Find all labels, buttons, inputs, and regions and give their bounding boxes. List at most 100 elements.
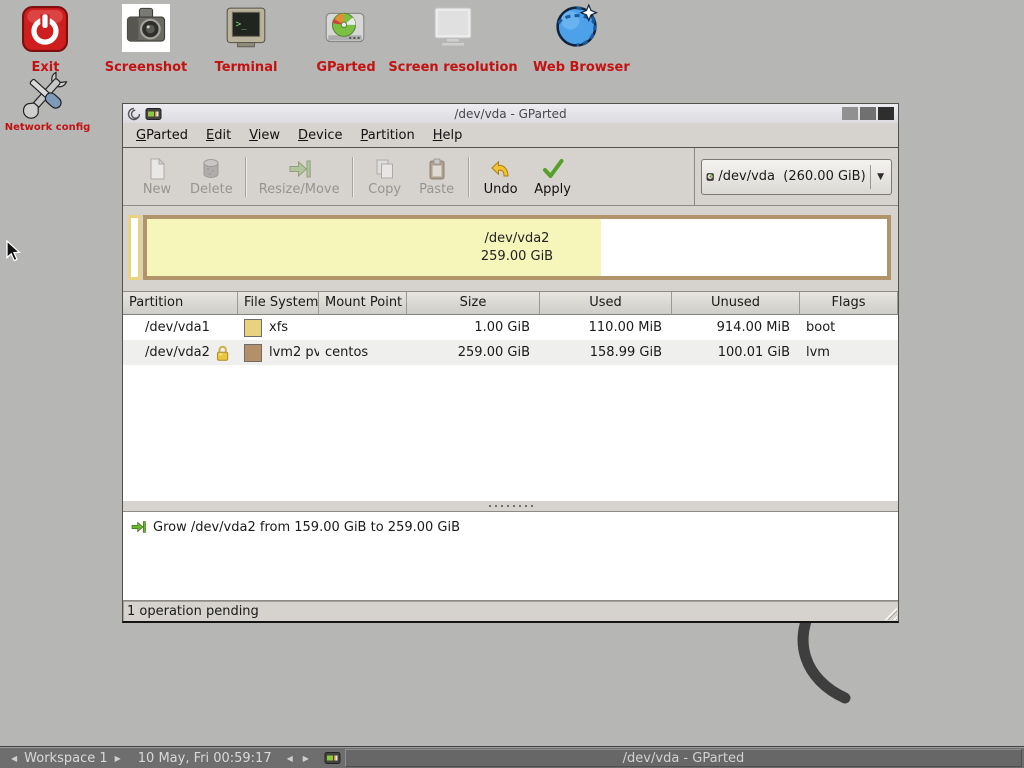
paste-icon	[425, 157, 449, 181]
splitter-handle[interactable]	[488, 504, 534, 508]
resize-move-button[interactable]: Resize/Move	[252, 154, 347, 200]
undo-button[interactable]: Undo	[475, 154, 527, 200]
apply-icon	[541, 157, 565, 181]
operation-text: Grow /dev/vda2 from 159.00 GiB to 259.00…	[153, 520, 460, 535]
column-header-mountpoint[interactable]: Mount Point	[319, 292, 407, 315]
grow-arrow-icon	[130, 519, 146, 535]
copy-button[interactable]: Copy	[359, 154, 411, 200]
lock-icon	[215, 344, 230, 362]
taskbar-clock: 10 May, Fri 00:59:17	[138, 751, 272, 766]
close-button[interactable]	[878, 107, 894, 120]
gparted-task-icon	[324, 751, 341, 765]
desktop-icon-label: Web Browser	[533, 60, 623, 75]
operation-item[interactable]: Grow /dev/vda2 from 159.00 GiB to 259.00…	[123, 512, 898, 535]
desktop-icon-label: Network config	[0, 122, 95, 133]
desktop-icon-screen-resolution[interactable]: Screen resolution	[430, 5, 476, 49]
minimize-button[interactable]	[842, 107, 858, 120]
monitor-icon	[430, 5, 476, 49]
device-selector-area: /dev/vda (260.00 GiB) ▼	[694, 148, 898, 205]
terminal-icon: >_	[223, 5, 269, 51]
desktop-icon-terminal[interactable]: >_ Terminal	[223, 5, 269, 51]
tasklist-prev-arrow-icon[interactable]: ◀	[282, 754, 298, 763]
mouse-cursor	[6, 240, 22, 264]
menubar: GParted Edit View Device Partition Help	[123, 123, 898, 148]
desktop-icon-label: Terminal	[196, 60, 296, 75]
cell-filesystem: xfs	[238, 315, 319, 340]
cell-used: 110.00 MiB	[540, 315, 672, 340]
gparted-window: /dev/vda - GParted GParted Edit View Dev…	[122, 103, 899, 623]
menu-edit[interactable]: Edit	[197, 126, 240, 145]
desktop-icon-gparted[interactable]: GParted	[322, 5, 368, 51]
column-header-flags[interactable]: Flags	[800, 292, 898, 315]
taskbar: ◀ Workspace 1 ▶ 10 May, Fri 00:59:17 ◀ ▶…	[0, 747, 1024, 768]
menu-partition[interactable]: Partition	[352, 126, 424, 145]
menu-device[interactable]: Device	[289, 126, 351, 145]
chevron-down-icon: ▼	[874, 172, 887, 182]
desktop-icon-label: Screenshot	[96, 60, 196, 75]
cell-unused: 100.01 GiB	[672, 340, 800, 365]
new-partition-icon	[145, 157, 169, 181]
menu-view[interactable]: View	[240, 126, 289, 145]
table-row[interactable]: /dev/vda2 lvm2 pv centos 259.00 GiB	[123, 340, 898, 365]
desktop-icon-label: GParted	[296, 60, 396, 75]
cell-flags: lvm	[800, 340, 898, 365]
menu-gparted[interactable]: GParted	[127, 126, 197, 145]
delete-partition-icon	[199, 157, 223, 181]
cell-filesystem: lvm2 pv	[238, 340, 319, 365]
cell-partition: /dev/vda2	[123, 340, 238, 365]
partition-bar-vda1[interactable]	[128, 215, 141, 280]
device-selector-value: /dev/vda (260.00 GiB)	[718, 169, 865, 184]
new-button[interactable]: New	[131, 154, 183, 200]
taskbar-task-gparted[interactable]: /dev/vda - GParted	[345, 749, 1022, 767]
menu-help[interactable]: Help	[424, 126, 472, 145]
desktop-icon-label: Screen resolution	[383, 60, 523, 75]
cell-flags: boot	[800, 315, 898, 340]
column-header-unused[interactable]: Unused	[672, 292, 800, 315]
resize-grip[interactable]	[880, 603, 897, 620]
toolbar-separator	[352, 157, 354, 197]
operations-pane: Grow /dev/vda2 from 159.00 GiB to 259.00…	[123, 511, 898, 601]
hard-disk-icon	[706, 167, 714, 187]
filesystem-color-swatch	[244, 319, 262, 337]
workspace-prev-arrow-icon[interactable]: ◀	[6, 754, 22, 763]
partition-bar-vda2[interactable]: /dev/vda2 259.00 GiB	[143, 215, 891, 280]
device-selector[interactable]: /dev/vda (260.00 GiB) ▼	[701, 159, 892, 195]
desktop-icon-screenshot[interactable]: Screenshot	[122, 4, 170, 52]
column-header-filesystem[interactable]: File System	[238, 292, 319, 315]
tasklist-next-arrow-icon[interactable]: ▶	[298, 754, 314, 763]
copy-icon	[373, 157, 397, 181]
workspace-next-arrow-icon[interactable]: ▶	[110, 754, 126, 763]
cell-size: 1.00 GiB	[407, 315, 540, 340]
tools-icon	[20, 68, 72, 120]
resize-move-icon	[287, 157, 311, 181]
desktop-icon-exit[interactable]: Exit	[22, 6, 68, 52]
pane-splitter[interactable]	[123, 501, 898, 511]
cell-used: 158.99 GiB	[540, 340, 672, 365]
table-row[interactable]: /dev/vda1 xfs 1.00 GiB 110.00 MiB 914.00…	[123, 315, 898, 340]
desktop-icon-web-browser[interactable]: Web Browser	[553, 3, 600, 50]
titlebar[interactable]: /dev/vda - GParted	[123, 104, 898, 124]
statusbar: 1 operation pending	[123, 601, 898, 621]
cell-unused: 914.00 MiB	[672, 315, 800, 340]
toolbar-separator	[245, 157, 247, 197]
window-title: /dev/vda - GParted	[123, 107, 898, 121]
cell-mountpoint	[319, 315, 407, 340]
partition-table: Partition File System Mount Point Size U…	[123, 291, 898, 501]
delete-button[interactable]: Delete	[183, 154, 240, 200]
table-header-row: Partition File System Mount Point Size U…	[123, 292, 898, 315]
workspace-label: Workspace 1	[22, 751, 109, 766]
desktop-icon-network-config[interactable]: Network config	[20, 68, 72, 120]
svg-text:>_: >_	[236, 19, 248, 30]
paste-button[interactable]: Paste	[411, 154, 463, 200]
maximize-button[interactable]	[860, 107, 876, 120]
camera-icon	[122, 4, 170, 52]
column-header-size[interactable]: Size	[407, 292, 540, 315]
toolbar: New Delete Resize/Move	[123, 148, 898, 206]
gparted-disk-icon	[322, 5, 368, 51]
cell-mountpoint: centos	[319, 340, 407, 365]
column-header-used[interactable]: Used	[540, 292, 672, 315]
cell-size: 259.00 GiB	[407, 340, 540, 365]
globe-icon	[553, 3, 600, 50]
apply-button[interactable]: Apply	[527, 154, 579, 200]
column-header-partition[interactable]: Partition	[123, 292, 238, 315]
